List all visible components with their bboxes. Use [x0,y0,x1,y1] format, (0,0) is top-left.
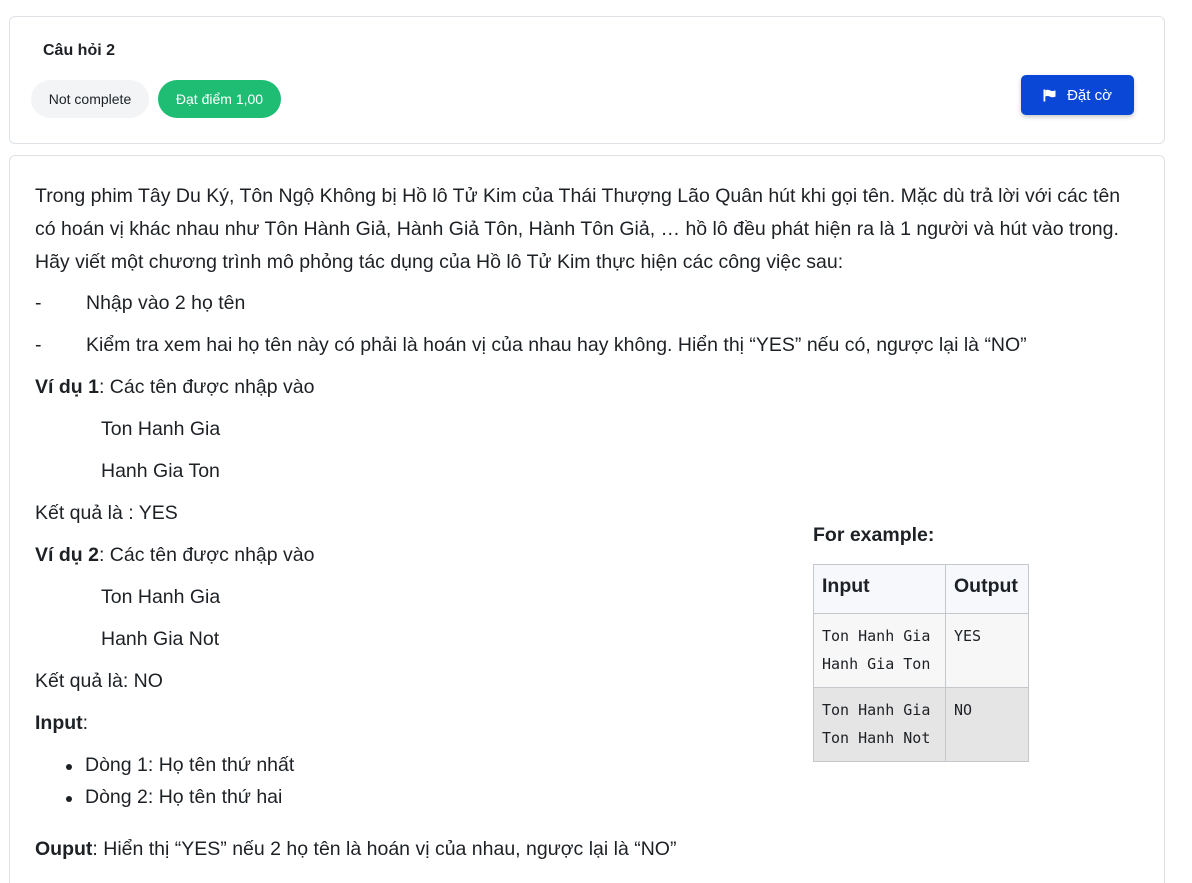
task-item: Kiểm tra xem hai họ tên này có phải là h… [86,334,1027,356]
table-row: Ton Hanh Gia Ton Hanh Not NO [813,687,1029,762]
input-line: Hanh Gia Ton [822,655,931,673]
task-item: Nhập vào 2 họ tên [86,292,246,314]
output-text: : Hiển thị “YES” nếu 2 họ tên là hoán vị… [92,838,677,860]
example-result: Kết quả là: NO [35,670,163,692]
flag-icon [1043,89,1056,102]
flag-question-button[interactable]: Đặt cờ [1021,75,1134,115]
input-heading: Input: [35,712,88,735]
input-list-item: Dòng 1: Họ tên thứ nhất [85,754,295,776]
input-line: Ton Hanh Gia [822,701,931,719]
bullet-dot [66,764,72,770]
problem-intro: Trong phim Tây Du Ký, Tôn Ngộ Không bị H… [35,185,1121,273]
input-line: Ton Hanh Gia [822,627,931,645]
column-header-input: Input [813,564,946,614]
input-line: Ton Hanh Not [822,729,931,747]
output-cell: YES [945,613,1029,688]
for-example-heading: For example: [813,524,935,546]
example-name: Hanh Gia Ton [101,460,220,482]
example-result: Kết quả là : YES [35,502,178,524]
example-name: Hanh Gia Not [101,628,220,650]
example-2-heading: Ví dụ 2: Các tên được nhập vào [35,544,315,567]
input-cell: Ton Hanh Gia Ton Hanh Not [813,687,946,762]
examples-table: Input Output Ton Hanh Gia Hanh Gia Ton Y… [813,564,1029,762]
example-label: Ví dụ 2 [35,544,99,566]
input-list-item: Dòng 2: Họ tên thứ hai [85,786,283,808]
flag-button-label: Đặt cờ [1067,86,1112,104]
input-label: Input [35,712,83,734]
output-cell: NO [945,687,1029,762]
state-badge: Not complete [31,80,149,118]
input-cell: Ton Hanh Gia Hanh Gia Ton [813,613,946,688]
example-1-heading: Ví dụ 1: Các tên được nhập vào [35,376,315,399]
input-suffix: : [82,712,89,734]
example-name: Ton Hanh Gia [101,418,221,440]
example-description: : Các tên được nhập vào [98,376,315,398]
table-row: Ton Hanh Gia Hanh Gia Ton YES [813,613,1029,688]
table-header-row: Input Output [813,564,1029,614]
bullet-dot [66,796,72,802]
output-label: Ouput [35,838,93,860]
question-text-card: Trong phim Tây Du Ký, Tôn Ngộ Không bị H… [9,155,1165,883]
example-label: Ví dụ 1 [35,376,99,398]
task-dash: - [35,334,42,356]
output-description: Ouput: Hiển thị “YES” nếu 2 họ tên là ho… [35,838,676,861]
question-info-card: Câu hỏi 2 Not complete Đạt điểm 1,00 Đặt… [9,16,1165,144]
task-dash: - [35,292,42,314]
column-header-output: Output [945,564,1029,614]
example-name: Ton Hanh Gia [101,586,221,608]
grade-badge: Đạt điểm 1,00 [158,80,281,118]
example-description: : Các tên được nhập vào [98,544,315,566]
question-title: Câu hỏi 2 [43,42,116,59]
